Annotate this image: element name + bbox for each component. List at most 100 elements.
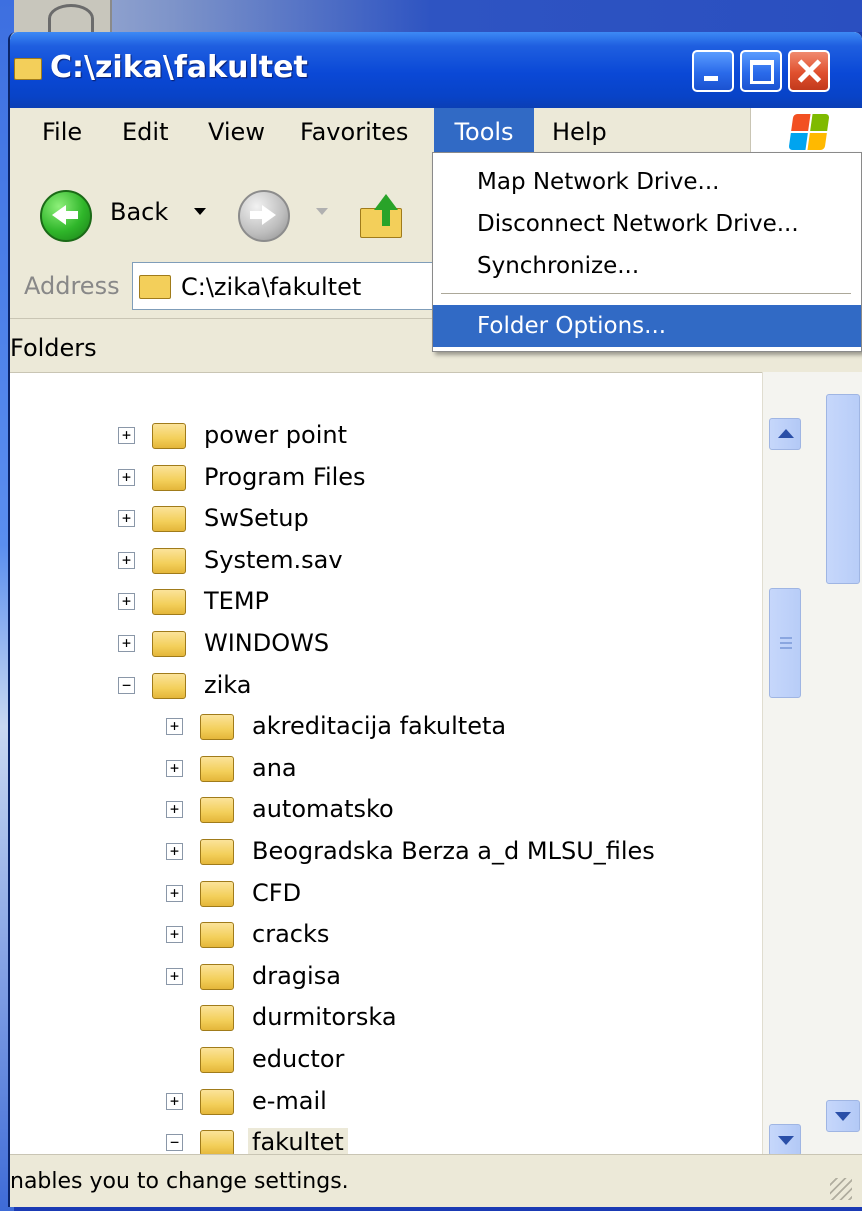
folder-icon: [14, 58, 42, 80]
tree-item[interactable]: + power point: [118, 417, 762, 457]
tree-item[interactable]: + Program Files: [118, 459, 762, 499]
tree-item-label: CFD: [252, 878, 302, 907]
back-history-dropdown[interactable]: [194, 208, 206, 215]
expand-icon[interactable]: +: [166, 1092, 183, 1110]
collapse-icon[interactable]: −: [166, 1134, 183, 1152]
expand-icon[interactable]: +: [166, 843, 183, 860]
content-scroll-thumb[interactable]: [826, 394, 860, 584]
desktop-top-strip: [0, 0, 862, 33]
tree-item-label: System.sav: [204, 545, 343, 574]
folder-icon: [152, 547, 186, 574]
tree-item-label: WINDOWS: [204, 629, 330, 657]
forward-history-dropdown[interactable]: [316, 208, 328, 215]
title-bar[interactable]: C:\zika\fakultet: [10, 32, 862, 108]
folder-icon: [152, 631, 186, 657]
tree-item[interactable]: + dragisa: [166, 958, 762, 998]
menu-edit[interactable]: Edit: [108, 108, 182, 156]
tree-item[interactable]: + e-mail: [166, 1083, 762, 1123]
menu-help[interactable]: Help: [538, 108, 621, 156]
menu-favorites[interactable]: Favorites: [286, 108, 422, 156]
tree-item[interactable]: + automatsko: [166, 791, 762, 831]
folder-icon: [152, 506, 186, 533]
folder-icon: [200, 922, 234, 949]
scroll-up-button[interactable]: [769, 418, 801, 450]
collapse-icon[interactable]: −: [118, 676, 135, 694]
windows-logo: [750, 108, 862, 156]
folder-icon: [139, 275, 171, 299]
expand-icon[interactable]: +: [118, 551, 135, 569]
back-arrow-icon[interactable]: [40, 190, 92, 242]
folders-pane-title: Folders: [10, 334, 97, 362]
minimize-button[interactable]: [692, 50, 734, 92]
scroll-thumb[interactable]: [769, 588, 801, 698]
expand-icon[interactable]: +: [118, 468, 135, 486]
tree-item[interactable]: + TEMP: [118, 583, 762, 623]
menu-item-folder-options[interactable]: Folder Options...: [433, 305, 861, 347]
folder-up-icon[interactable]: [360, 194, 404, 238]
close-button[interactable]: [788, 50, 830, 92]
folder-icon: [152, 672, 186, 699]
tools-menu-dropdown: Map Network Drive... Disconnect Network …: [432, 152, 862, 352]
folder-icon: [200, 755, 234, 782]
expand-icon[interactable]: +: [166, 926, 183, 944]
tree-item[interactable]: + Beogradska Berza a_d MLSU_files: [166, 833, 762, 873]
tree-item-label: Beogradska Berza a_d MLSU_files: [252, 837, 655, 865]
resize-grip-icon[interactable]: [830, 1178, 852, 1200]
expand-icon[interactable]: +: [166, 718, 183, 736]
expand-icon[interactable]: +: [118, 635, 135, 652]
menu-tools[interactable]: Tools: [434, 108, 534, 156]
folder-icon: [152, 589, 186, 616]
menu-bar: File Edit View Favorites Tools Help: [10, 108, 862, 157]
status-bar: nables you to change settings.: [10, 1154, 862, 1207]
scroll-down-button[interactable]: [769, 1124, 801, 1156]
expand-icon[interactable]: +: [166, 801, 183, 819]
expand-icon[interactable]: +: [118, 593, 135, 611]
tree-item[interactable]: + cracks: [166, 916, 762, 956]
folder-icon: [200, 714, 234, 741]
folder-tree: + power point + Program Files + SwSetup + Syste…: [10, 372, 762, 1198]
folder-icon: [200, 880, 234, 907]
tree-item-label: akreditacija fakulteta: [252, 712, 507, 741]
tree-item[interactable]: + SwSetup: [118, 500, 762, 540]
tree-item[interactable]: + System.sav: [118, 542, 762, 582]
forward-arrow-icon[interactable]: [238, 190, 290, 242]
folder-icon: [200, 1005, 234, 1032]
address-value: C:\zika\fakultet: [181, 273, 362, 301]
folder-icon: [200, 1130, 234, 1157]
maximize-button[interactable]: [740, 50, 782, 92]
tree-item[interactable]: + akreditacija fakulteta: [166, 708, 762, 748]
tree-item[interactable]: durmitorska: [166, 999, 762, 1039]
expand-icon[interactable]: +: [118, 510, 135, 528]
menu-view[interactable]: View: [194, 108, 279, 156]
menu-file[interactable]: File: [28, 108, 96, 156]
menu-item-disconnect-network-drive[interactable]: Disconnect Network Drive...: [433, 203, 861, 245]
content-scrollbar[interactable]: [806, 372, 862, 1154]
tree-item[interactable]: + WINDOWS: [118, 625, 762, 665]
menu-item-synchronize[interactable]: Synchronize...: [433, 245, 861, 287]
tree-item-label: cracks: [252, 920, 330, 949]
windows-flag-icon: [788, 114, 830, 150]
background-icon: [48, 4, 94, 33]
expand-icon[interactable]: +: [166, 884, 183, 902]
tree-item-label: e-mail: [252, 1086, 327, 1115]
menu-item-map-network-drive[interactable]: Map Network Drive...: [433, 161, 861, 203]
tree-item-label: zika: [204, 670, 252, 699]
folder-tree-scrollbar[interactable]: [762, 372, 807, 1156]
tree-item[interactable]: eductor: [166, 1041, 762, 1081]
tree-item-label: durmitorska: [252, 1003, 397, 1032]
window-title: C:\zika\fakultet: [50, 50, 308, 85]
folder-icon: [200, 1047, 234, 1073]
address-label: Address: [24, 272, 120, 300]
folder-icon: [200, 797, 234, 824]
back-button-label[interactable]: Back: [110, 198, 168, 226]
folder-icon: [200, 963, 234, 990]
expand-icon[interactable]: +: [166, 967, 183, 985]
expand-icon[interactable]: +: [166, 759, 183, 777]
content-scroll-down-button[interactable]: [826, 1100, 860, 1132]
tree-item[interactable]: − zika: [118, 667, 762, 707]
expand-icon[interactable]: +: [118, 427, 135, 444]
folder-icon: [152, 423, 186, 449]
tree-item[interactable]: + CFD: [166, 875, 762, 915]
tree-item-label: SwSetup: [204, 504, 309, 533]
tree-item[interactable]: + ana: [166, 750, 762, 790]
